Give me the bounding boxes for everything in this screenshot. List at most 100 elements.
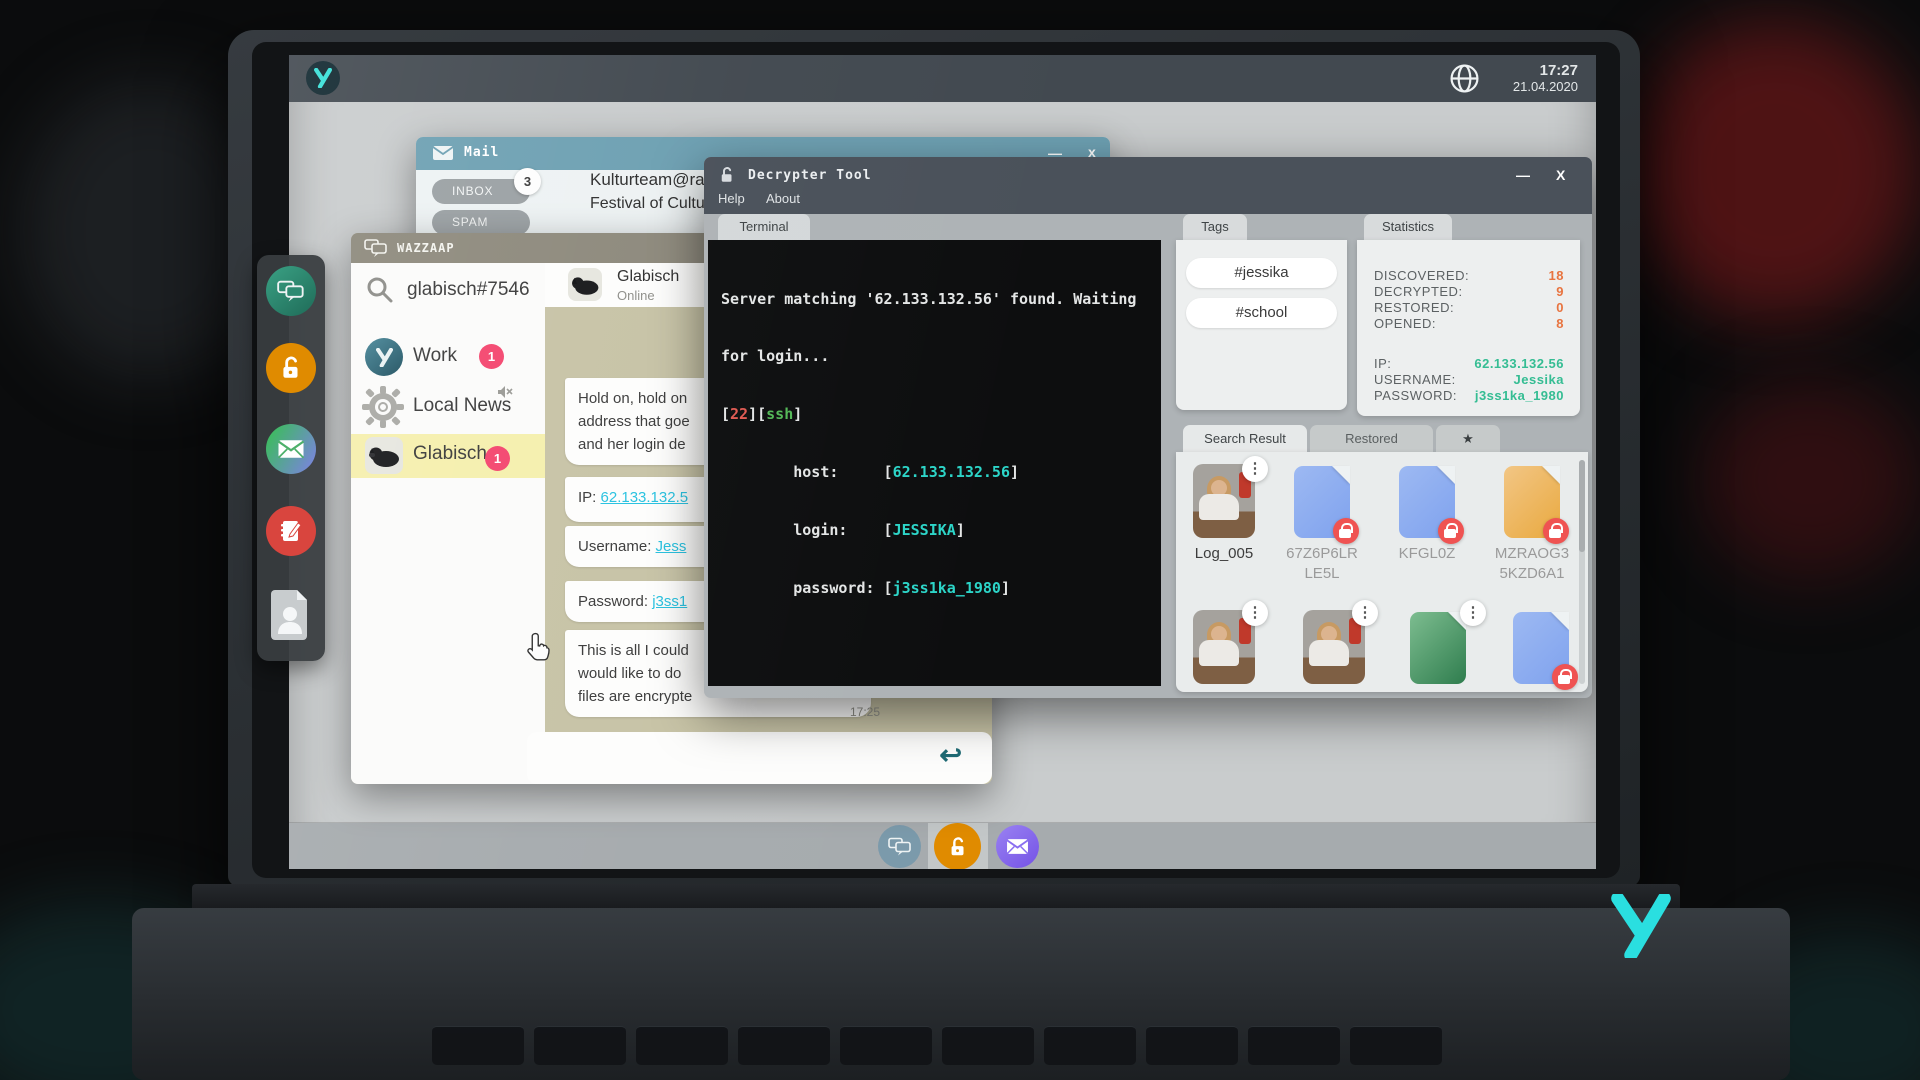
dock-wazzaap-icon[interactable] bbox=[266, 266, 316, 316]
tab-search-result[interactable]: Search Result bbox=[1183, 425, 1307, 452]
app-dock bbox=[257, 255, 325, 661]
file-tile-photo[interactable]: ⋮ bbox=[1288, 610, 1380, 684]
mail-spam-button[interactable]: SPAM bbox=[432, 210, 530, 235]
decrypter-lock-icon bbox=[718, 166, 736, 184]
password-link[interactable]: j3ss1 bbox=[652, 593, 687, 610]
decrypter-window: Decrypter Tool — X Help About Terminal S… bbox=[704, 157, 1592, 698]
file-tile-encrypted[interactable]: KFGL0Z bbox=[1381, 464, 1473, 564]
mail-preview-from[interactable]: Kulturteam@rath bbox=[590, 170, 719, 190]
taskbar-decrypter-icon[interactable] bbox=[934, 823, 981, 869]
tab-statistics[interactable]: Statistics bbox=[1364, 214, 1452, 240]
work-avatar bbox=[365, 338, 403, 376]
mail-window-icon bbox=[432, 145, 454, 161]
stat-decrypted: DECRYPTED:9 bbox=[1374, 284, 1564, 299]
contact-row-work[interactable]: Work 1 bbox=[351, 335, 545, 381]
contact-row-glabisch[interactable]: Glabisch 1 bbox=[351, 434, 545, 478]
contact-row-local-news[interactable]: Local News bbox=[351, 383, 545, 429]
file-tile-encrypted[interactable]: MZRAOG3 5KZD6A1 bbox=[1486, 464, 1578, 584]
laptop-base bbox=[132, 908, 1790, 1080]
network-globe-icon[interactable] bbox=[1449, 63, 1480, 94]
file-menu-button[interactable]: ⋮ bbox=[1242, 456, 1268, 482]
search-input[interactable]: glabisch#7546 bbox=[407, 279, 530, 301]
file-tile-log005[interactable]: ⋮ Log_005 bbox=[1178, 464, 1270, 564]
lock-badge-icon bbox=[1438, 518, 1464, 544]
dock-decrypter-icon[interactable] bbox=[266, 343, 316, 393]
stat-username: USERNAME:Jessika bbox=[1374, 372, 1564, 387]
tag-school[interactable]: #school bbox=[1186, 298, 1337, 328]
file-grid-scrollbar[interactable] bbox=[1579, 460, 1585, 684]
tag-jessika[interactable]: #jessika bbox=[1186, 258, 1337, 288]
terminal-line: password: [j3ss1ka_1980] bbox=[721, 579, 1148, 598]
terminal-line bbox=[721, 637, 1148, 656]
file-name: 67Z6P6LR LE5L bbox=[1278, 544, 1366, 584]
file-icon-orange bbox=[1504, 466, 1560, 538]
wazzaap-window-title: WAZZAAP bbox=[397, 241, 455, 255]
stat-password: PASSWORD:j3ss1ka_1980 bbox=[1374, 388, 1564, 403]
chat-peer-status: Online bbox=[617, 288, 655, 303]
file-menu-button[interactable]: ⋮ bbox=[1352, 600, 1378, 626]
username-link[interactable]: Jess bbox=[656, 538, 687, 555]
message-time: 17:25 bbox=[850, 705, 880, 719]
tab-terminal[interactable]: Terminal bbox=[718, 214, 810, 240]
file-tile-decrypted[interactable]: ⋮ bbox=[1392, 610, 1484, 684]
decrypter-close-button[interactable]: X bbox=[1556, 167, 1565, 183]
file-icon-blue bbox=[1399, 466, 1455, 538]
mail-inbox-badge: 3 bbox=[514, 168, 541, 195]
background-red-glow-2 bbox=[1700, 380, 1920, 580]
taskbar-wazzaap-icon[interactable] bbox=[878, 825, 921, 868]
os-taskbar bbox=[289, 823, 1596, 869]
file-tile-encrypted[interactable]: 67Z6P6LR LE5L bbox=[1276, 464, 1368, 584]
file-icon-blue bbox=[1294, 466, 1350, 538]
chat-peer-avatar bbox=[568, 268, 602, 301]
file-menu-button[interactable]: ⋮ bbox=[1242, 600, 1268, 626]
decrypter-window-title: Decrypter Tool bbox=[748, 168, 872, 183]
contact-name: Glabisch bbox=[413, 443, 487, 465]
file-icon-green bbox=[1410, 612, 1466, 684]
ip-link[interactable]: 62.133.132.5 bbox=[601, 489, 689, 506]
tags-panel: #jessika #school bbox=[1176, 240, 1347, 410]
muted-icon bbox=[497, 385, 513, 399]
tab-tags[interactable]: Tags bbox=[1183, 214, 1247, 240]
terminal-line: login: [JESSIKA] bbox=[721, 521, 1148, 540]
file-name: MZRAOG3 5KZD6A1 bbox=[1486, 544, 1578, 584]
stat-restored: RESTORED:0 bbox=[1374, 300, 1564, 315]
file-menu-button[interactable]: ⋮ bbox=[1460, 600, 1486, 626]
dog-avatar bbox=[365, 437, 403, 474]
lock-badge-icon bbox=[1333, 518, 1359, 544]
terminal-line: Server matching '62.133.132.56' found. W… bbox=[721, 290, 1148, 309]
file-grid-panel: ⋮ Log_005 67Z6P6LR LE5L KFGL0 bbox=[1176, 452, 1588, 692]
tab-favorites-star[interactable]: ★ bbox=[1436, 425, 1500, 452]
terminal-line: host: [62.133.132.56] bbox=[721, 463, 1148, 482]
clock: 17:27 21.04.2020 bbox=[1513, 62, 1578, 94]
reply-icon[interactable]: ↩ bbox=[939, 740, 962, 771]
menu-about[interactable]: About bbox=[766, 191, 800, 206]
gear-avatar bbox=[361, 385, 405, 429]
terminal-line: for login... bbox=[721, 347, 1148, 366]
hand-cursor bbox=[525, 632, 553, 662]
menu-help[interactable]: Help bbox=[718, 191, 745, 206]
chat-peer-name: Glabisch bbox=[617, 268, 679, 286]
statistics-panel: DISCOVERED:18 DECRYPTED:9 RESTORED:0 OPE… bbox=[1357, 240, 1580, 416]
taskbar-mail-icon[interactable] bbox=[996, 825, 1039, 868]
os-y-logo[interactable] bbox=[306, 61, 340, 95]
lock-badge-icon bbox=[1543, 518, 1569, 544]
decrypter-minimize-button[interactable]: — bbox=[1516, 167, 1530, 183]
file-tile-photo[interactable]: ⋮ bbox=[1178, 610, 1270, 684]
chat-input-bar[interactable]: ↩ bbox=[527, 732, 992, 784]
background-red-glow bbox=[1630, 20, 1920, 320]
lock-badge-icon bbox=[1552, 664, 1578, 690]
stat-opened: OPENED:8 bbox=[1374, 316, 1564, 331]
file-tile-encrypted[interactable] bbox=[1495, 610, 1587, 684]
dock-profile-icon[interactable] bbox=[266, 589, 316, 639]
dock-notes-icon[interactable] bbox=[266, 506, 316, 556]
tab-restored[interactable]: Restored bbox=[1310, 425, 1433, 452]
clock-time: 17:27 bbox=[1513, 62, 1578, 79]
brand-y-logo bbox=[1610, 894, 1672, 958]
terminal-output[interactable]: Server matching '62.133.132.56' found. W… bbox=[708, 240, 1161, 686]
clock-date: 21.04.2020 bbox=[1513, 79, 1578, 94]
decrypter-titlebar[interactable]: Decrypter Tool — X Help About bbox=[704, 157, 1592, 214]
mail-preview-subject[interactable]: Festival of Cultu bbox=[590, 195, 705, 213]
laptop-screen: 17:27 21.04.2020 Mail — x INBOX 3 SPAM K… bbox=[289, 55, 1596, 869]
stat-discovered: DISCOVERED:18 bbox=[1374, 268, 1564, 283]
dock-mail-icon[interactable] bbox=[266, 424, 316, 474]
